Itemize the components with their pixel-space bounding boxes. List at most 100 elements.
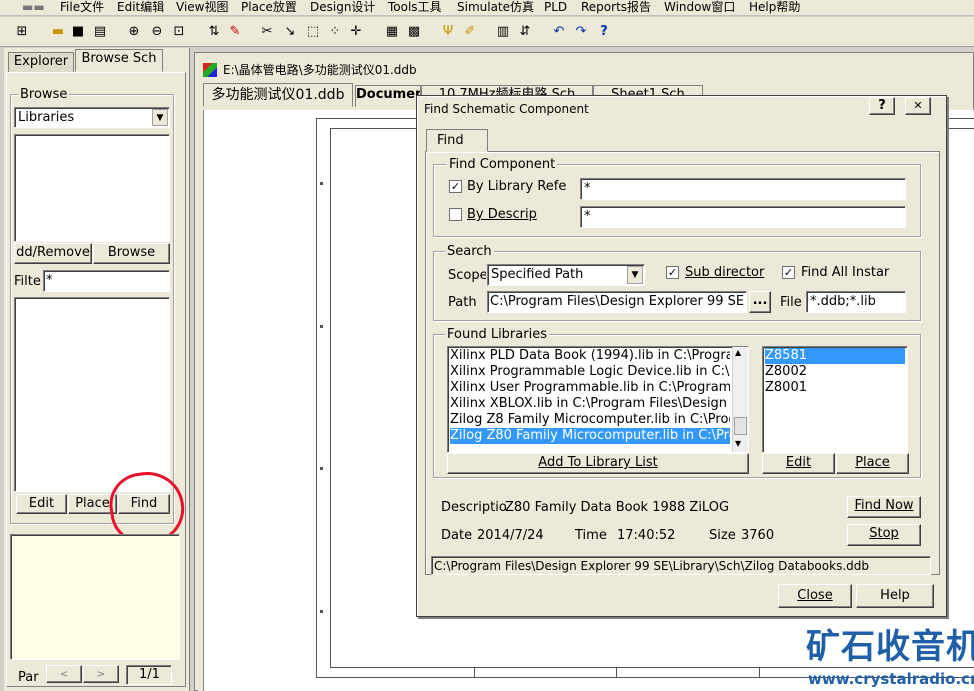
menu-design[interactable]: Design设计	[310, 0, 375, 15]
dialog-close-button[interactable]: ✕	[905, 97, 931, 115]
part-label: Par	[18, 670, 39, 685]
left-ruler	[198, 110, 204, 691]
scroll-up-icon[interactable]: ▲	[735, 348, 741, 357]
filter-input[interactable]: *	[43, 270, 170, 292]
path-input[interactable]: C:\Program Files\Design Explorer 99 SE\	[487, 291, 747, 313]
zoom-fit-icon[interactable]: ⊡	[171, 24, 187, 40]
zoom-out-icon[interactable]: ⊖	[149, 24, 165, 40]
tab-find[interactable]: Find	[426, 129, 488, 152]
sheet-tick	[320, 182, 323, 185]
library-icon[interactable]: ▦	[384, 24, 400, 40]
hierarchy-icon[interactable]: ⇅	[206, 24, 222, 40]
by-description-input[interactable]: *	[580, 206, 906, 228]
chevron-down-icon[interactable]: ▼	[152, 109, 168, 126]
by-description-checkbox[interactable]	[449, 208, 462, 221]
by-library-ref-label: By Library Refe	[467, 179, 567, 194]
menu-reports[interactable]: Reports报告	[581, 0, 651, 15]
list-item[interactable]: Zilog Z8 Family Microcomputer.lib in C:\…	[450, 412, 730, 428]
save-icon[interactable]: ■	[70, 24, 86, 40]
component-list[interactable]	[14, 297, 170, 492]
tab-browse-sch[interactable]: Browse Sch	[75, 49, 163, 72]
browse-select[interactable]: Libraries ▼	[14, 107, 170, 128]
chevron-down-icon[interactable]: ▼	[627, 266, 643, 284]
menu-view[interactable]: View视图	[176, 0, 228, 15]
select-area-icon[interactable]: ⬚	[305, 24, 321, 40]
scroll-thumb[interactable]	[734, 417, 747, 435]
pencil-icon[interactable]: ✐	[462, 24, 478, 40]
database-icon	[203, 63, 217, 77]
menu-file[interactable]: File文件	[60, 0, 104, 15]
menu-tools[interactable]: Tools工具	[388, 0, 442, 15]
library-list[interactable]	[14, 134, 170, 242]
found-libraries-list[interactable]: Xilinx PLD Data Book (1994).lib in C:\Pr…	[447, 346, 749, 453]
tab-explorer[interactable]: Explorer	[8, 52, 74, 72]
stop-label: Stop	[869, 526, 899, 541]
book-icon[interactable]: ▥	[495, 24, 511, 40]
system-menu-icon[interactable]: ▬▬	[22, 0, 45, 15]
wire-icon[interactable]: ↘	[282, 24, 298, 40]
stop-button[interactable]: Stop	[847, 524, 921, 546]
close-button[interactable]: Close	[778, 584, 852, 608]
libraries-scrollbar[interactable]: ▲ ▼	[732, 347, 748, 452]
list-item[interactable]: Xilinx PLD Data Book (1994).lib in C:\Pr…	[450, 348, 730, 364]
menu-window[interactable]: Window窗口	[664, 0, 735, 15]
dialog-help-button[interactable]: ?	[869, 97, 895, 115]
deselect-icon[interactable]: ⁘	[327, 24, 343, 40]
menu-help[interactable]: Help帮助	[749, 0, 800, 15]
add-remove-button[interactable]: dd/Remove	[14, 243, 92, 264]
scope-select[interactable]: Specified Path ▼	[487, 264, 645, 286]
menu-pld[interactable]: PLD	[544, 0, 567, 15]
edit-component-button[interactable]: Edit	[762, 453, 835, 474]
browse-path-button[interactable]: ...	[749, 291, 771, 313]
help-button[interactable]: Help	[856, 584, 934, 608]
menu-edit[interactable]: Edit编辑	[117, 0, 164, 15]
component-icon[interactable]: ▩	[406, 24, 422, 40]
move-icon[interactable]: ✛	[348, 24, 364, 40]
preview-area	[10, 534, 180, 660]
file-filter-input[interactable]: *.ddb;*.lib	[806, 291, 906, 313]
undo-icon[interactable]: ↶	[551, 24, 567, 40]
tab-documents[interactable]: Documents	[355, 85, 421, 107]
tree-icon[interactable]: ⊞	[14, 24, 30, 40]
help-icon[interactable]: ?	[596, 24, 612, 40]
list-item[interactable]: Xilinx Programmable Logic Device.lib in …	[450, 364, 730, 380]
wand-icon[interactable]: ✎	[227, 24, 243, 40]
print-icon[interactable]: ▤	[92, 24, 108, 40]
find-all-instances-checkbox[interactable]: ✓	[782, 266, 795, 279]
list-item-selected[interactable]: Zilog Z80 Family Microcomputer.lib in C:…	[450, 428, 730, 444]
edit-button[interactable]: Edit	[16, 494, 67, 514]
path-value: C:\Program Files\Design Explorer 99 SE\	[490, 294, 744, 309]
find-now-button[interactable]: Find Now	[847, 496, 921, 518]
redo-icon[interactable]: ↷	[573, 24, 589, 40]
scroll-down-icon[interactable]: ▼	[735, 439, 741, 448]
list-item[interactable]: Z8002	[765, 364, 807, 380]
found-components-list[interactable]: Z8581 Z8002 Z8001	[762, 346, 908, 453]
probe-icon[interactable]: Ψ	[440, 24, 456, 40]
place-component-label: Place	[855, 455, 890, 470]
menu-place[interactable]: Place放置	[241, 0, 297, 15]
tab-project-ddb[interactable]: 多功能测试仪01.ddb	[203, 83, 353, 107]
design-manager-panel: Explorer Browse Sch Browse Libraries ▼ d…	[4, 48, 190, 691]
sub-directories-checkbox[interactable]: ✓	[666, 266, 679, 279]
list-item[interactable]: Xilinx User Programmable.lib in C:\Progr…	[450, 380, 730, 396]
list-item[interactable]: Z8001	[765, 380, 807, 396]
open-folder-icon[interactable]: ▬	[50, 24, 66, 40]
next-part-button[interactable]: >	[83, 665, 119, 683]
sort-icon[interactable]: ⇵	[517, 24, 533, 40]
place-component-button[interactable]: Place	[836, 453, 909, 474]
by-library-ref-input[interactable]: *	[580, 178, 906, 200]
prev-part-button[interactable]: <	[46, 665, 82, 683]
description-label: Descriptio	[441, 500, 507, 515]
zoom-in-icon[interactable]: ⊕	[126, 24, 142, 40]
list-item[interactable]: Xilinx XBLOX.lib in C:\Program Files\Des…	[450, 396, 730, 412]
cut-icon[interactable]: ✂	[259, 24, 275, 40]
scope-value: Specified Path	[491, 267, 584, 282]
by-library-ref-checkbox[interactable]: ✓	[449, 180, 462, 193]
browse-button[interactable]: Browse	[93, 243, 170, 264]
status-path: C:\Program Files\Design Explorer 99 SE\L…	[434, 559, 869, 573]
date-label: Date	[441, 528, 473, 543]
add-to-library-list-button[interactable]: Add To Library List	[447, 453, 749, 474]
found-libraries-label: Found Libraries	[445, 327, 549, 342]
menu-simulate[interactable]: Simulate仿真	[457, 0, 534, 15]
list-item-selected[interactable]: Z8581	[765, 348, 905, 364]
